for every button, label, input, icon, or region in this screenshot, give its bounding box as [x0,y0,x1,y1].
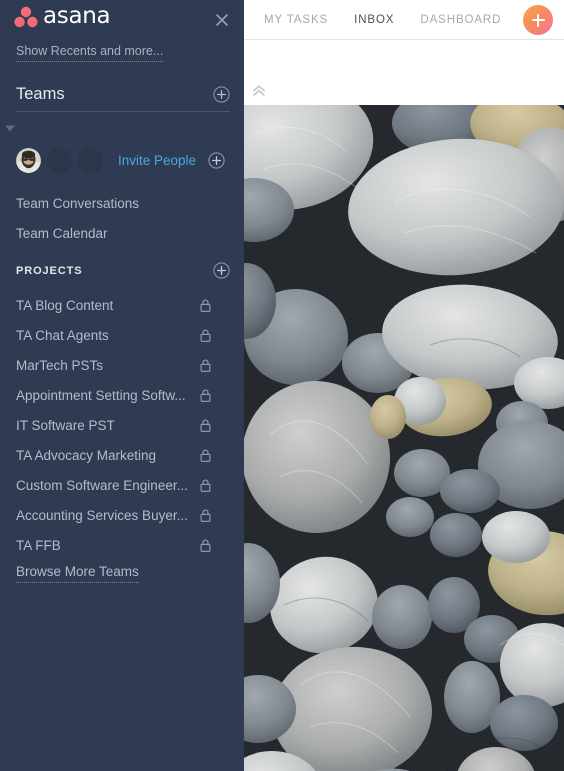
teams-title: Teams [16,85,65,103]
inbox-hero-photo [244,105,564,771]
project-row[interactable]: TA FFB [0,530,244,560]
tab-inbox[interactable]: INBOX [354,14,394,26]
lock-icon [200,449,211,462]
projects-title: PROJECTS [16,264,83,277]
project-name: TA FFB [16,537,61,553]
tab-list: MY TASKS INBOX DASHBOARD [264,14,501,26]
sidebar-header: asana [0,0,244,40]
sidebar-item-team-calendar[interactable]: Team Calendar [16,226,108,241]
project-row[interactable]: MarTech PSTs [0,350,244,380]
project-name: TA Chat Agents [16,327,109,343]
add-task-button[interactable] [523,5,553,35]
close-icon[interactable] [214,12,230,28]
lock-icon [200,539,211,552]
collapse-row [244,40,564,105]
project-list: TA Blog Content TA Chat Agents MarTech PST… [0,290,244,560]
asana-wordmark: asana [43,3,111,29]
project-name: TA Advocacy Marketing [16,447,157,463]
tab-my-tasks[interactable]: MY TASKS [264,14,328,26]
project-row[interactable]: Appointment Setting Softw... [0,380,244,410]
add-member-button[interactable] [208,152,225,169]
teams-divider [16,111,230,112]
projects-header: PROJECTS [16,262,230,279]
main-pane: MY TASKS INBOX DASHBOARD [244,0,564,771]
project-name: Custom Software Engineer... [16,477,188,493]
add-project-button[interactable] [213,262,230,279]
caret-down-icon[interactable] [4,120,16,132]
asana-logo[interactable]: asana [14,3,111,29]
browse-more-teams-link[interactable]: Browse More Teams [16,564,139,583]
project-row[interactable]: Custom Software Engineer... [0,470,244,500]
project-name: IT Software PST [16,417,115,433]
lock-icon [200,389,211,402]
project-row[interactable]: TA Advocacy Marketing [0,440,244,470]
project-name: Appointment Setting Softw... [16,387,186,403]
lock-icon [200,479,211,492]
lock-icon [200,509,211,522]
team-members-row: Invite People [16,148,225,173]
teams-header: Teams [16,85,230,104]
lock-icon [200,419,211,432]
project-row[interactable]: Accounting Services Buyer... [0,500,244,530]
tab-dashboard[interactable]: DASHBOARD [420,14,501,26]
project-row[interactable]: TA Chat Agents [0,320,244,350]
sidebar: asana Show Recents and more... Teams Inv… [0,0,244,771]
invite-people-link[interactable]: Invite People [118,153,196,168]
top-navigation-bar: MY TASKS INBOX DASHBOARD [244,0,564,40]
project-name: MarTech PSTs [16,357,104,373]
show-recents-link[interactable]: Show Recents and more... [16,44,164,62]
plus-icon-vertical [536,13,540,27]
sidebar-item-team-conversations[interactable]: Team Conversations [16,196,139,211]
avatar-placeholder-1[interactable] [47,148,72,173]
avatar-placeholder-2[interactable] [78,148,103,173]
lock-icon [200,299,211,312]
chevron-double-up-icon[interactable] [252,84,266,96]
asana-logo-icon [14,5,38,28]
project-name: Accounting Services Buyer... [16,507,188,523]
project-row[interactable]: TA Blog Content [0,290,244,320]
lock-icon [200,329,211,342]
avatar-user-photo[interactable] [16,148,41,173]
project-name: TA Blog Content [16,297,114,313]
lock-icon [200,359,211,372]
app-root: MY TASKS INBOX DASHBOARD asana Show Rece… [0,0,564,771]
project-row[interactable]: IT Software PST [0,410,244,440]
add-team-button[interactable] [213,86,230,103]
